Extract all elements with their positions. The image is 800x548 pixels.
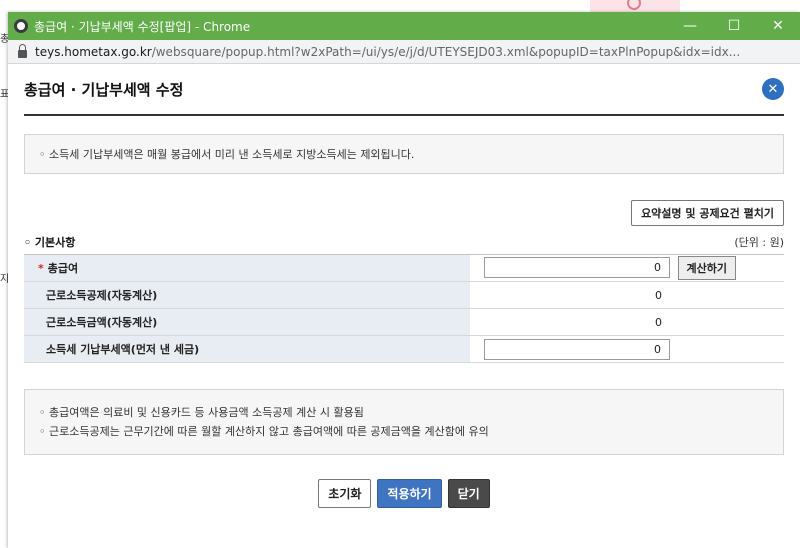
- earned-income-deduction-label: 근로소득공제(자동계산): [24, 281, 470, 309]
- window-close-button[interactable]: ✕: [756, 12, 800, 40]
- window-title: 총급여 · 기납부세액 수정[팝업] - Chrome: [34, 19, 251, 34]
- note-item: ◦ 근로소득공제는 근무기간에 따른 월할 계산하지 않고 총급여액에 따른 공…: [39, 425, 489, 438]
- popup-header: 총급여 · 기납부세액 수정 ✕: [24, 64, 784, 116]
- total-salary-input[interactable]: [484, 257, 670, 278]
- popup-content: 총급여 · 기납부세액 수정 ✕ ◦ 소득세 기납부세액은 매월 봉급에서 미리…: [8, 64, 800, 508]
- section-title: ◦ 기본사항: [24, 236, 76, 249]
- total-salary-cell: 계산하기: [470, 254, 784, 282]
- section-header: ◦ 기본사항 (단위 : 원): [24, 234, 784, 250]
- prepaid-tax-label: 소득세 기납부세액(먼저 낸 세금): [24, 335, 470, 363]
- action-buttons: 초기화 적용하기 닫기: [24, 479, 784, 508]
- basic-info-table: *총급여 계산하기 근로소득공제(자동계산) 0 근로소득금액(자동계산) 0: [24, 254, 784, 363]
- lock-icon: [18, 43, 27, 58]
- background-page: [0, 0, 800, 12]
- window-titlebar[interactable]: 총급여 · 기납부세액 수정[팝업] - Chrome — ☐ ✕: [8, 12, 800, 40]
- maximize-button[interactable]: ☐: [712, 12, 756, 40]
- earned-income-amount-cell: 0: [470, 308, 784, 336]
- table-row: 소득세 기납부세액(먼저 낸 세금): [24, 335, 784, 363]
- expand-description-button[interactable]: 요약설명 및 공제요건 펼치기: [631, 200, 784, 226]
- note-item: ◦ 총급여액은 의료비 및 신용카드 등 사용금액 소득공제 계산 시 활용됨: [39, 406, 364, 419]
- popup-window: 총급여 · 기납부세액 수정[팝업] - Chrome — ☐ ✕ teys.h…: [8, 12, 800, 548]
- table-row: *총급여 계산하기: [24, 254, 784, 282]
- popup-title: 총급여 · 기납부세액 수정: [24, 80, 184, 99]
- calculate-button[interactable]: 계산하기: [677, 256, 736, 280]
- address-bar[interactable]: teys.hometax.go.kr/websquare/popup.html?…: [8, 40, 800, 64]
- url-host: teys.hometax.go.kr: [35, 44, 152, 59]
- expand-row: 요약설명 및 공제요건 펼치기: [24, 200, 784, 226]
- background-text: 표: [0, 89, 8, 100]
- notice-box: ◦ 소득세 기납부세액은 매월 봉급에서 미리 낸 소득세로 지방소득세는 제외…: [24, 134, 784, 174]
- url-path: /websquare/popup.html?w2xPath=/ui/ys/e/j…: [151, 44, 741, 59]
- unit-label: (단위 : 원): [734, 236, 784, 249]
- earned-income-deduction-value: 0: [655, 288, 662, 302]
- background-text: 지: [0, 274, 8, 285]
- close-button[interactable]: 닫기: [447, 479, 490, 508]
- earned-income-amount-label: 근로소득금액(자동계산): [24, 308, 470, 336]
- required-marker: *: [38, 262, 44, 275]
- close-icon[interactable]: ✕: [762, 78, 784, 100]
- notes-box: ◦ 총급여액은 의료비 및 신용카드 등 사용금액 소득공제 계산 시 활용됨 …: [24, 389, 784, 455]
- row-label: 총급여: [47, 262, 79, 275]
- table-row: 근로소득금액(자동계산) 0: [24, 308, 784, 336]
- earned-income-deduction-cell: 0: [470, 281, 784, 309]
- prepaid-tax-cell: [470, 335, 784, 363]
- background-text: 총: [0, 34, 8, 45]
- notice-text: ◦ 소득세 기납부세액은 매월 봉급에서 미리 낸 소득세로 지방소득세는 제외…: [39, 148, 415, 161]
- table-row: 근로소득공제(자동계산) 0: [24, 281, 784, 309]
- earned-income-amount-value: 0: [655, 315, 662, 329]
- minimize-button[interactable]: —: [668, 12, 712, 40]
- total-salary-label: * 총급여: [24, 254, 470, 282]
- chrome-icon: [14, 19, 28, 33]
- apply-button[interactable]: 적용하기: [377, 479, 442, 508]
- prepaid-tax-input[interactable]: [484, 338, 670, 360]
- reset-button[interactable]: 초기화: [318, 479, 372, 508]
